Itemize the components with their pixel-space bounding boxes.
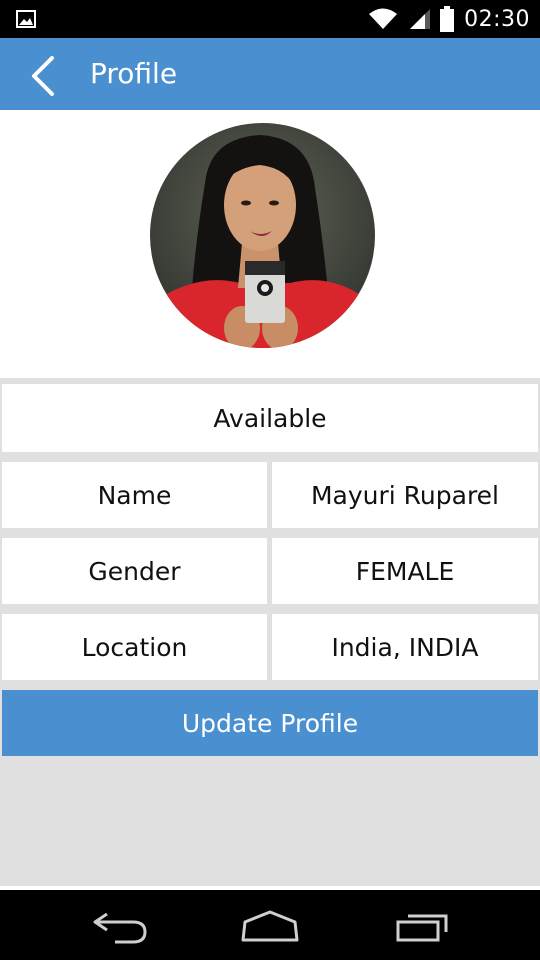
update-profile-label: Update Profile <box>181 708 359 738</box>
status-row[interactable]: Available <box>2 384 538 452</box>
avatar-area <box>0 110 540 380</box>
update-profile-button[interactable]: Update Profile <box>2 690 538 756</box>
status-text: Available <box>213 403 327 433</box>
recent-apps-icon <box>396 914 448 942</box>
back-nav-icon <box>93 912 147 944</box>
gallery-icon <box>16 10 36 33</box>
home-nav-icon <box>241 910 299 942</box>
gender-value: FEMALE <box>355 556 455 586</box>
app-bar: Profile <box>0 38 540 110</box>
avatar[interactable] <box>150 123 375 348</box>
home-nav-button[interactable] <box>235 904 305 948</box>
wifi-icon <box>368 7 398 31</box>
location-value-cell[interactable]: India, INDIA <box>272 614 538 680</box>
location-label: Location <box>81 632 188 662</box>
location-label-cell: Location <box>2 614 267 680</box>
gender-label: Gender <box>88 556 181 586</box>
profile-info: Available Name Mayuri Ruparel Gender FEM… <box>0 378 540 886</box>
status-bar: 02:30 <box>0 0 540 38</box>
status-time: 02:30 <box>464 6 530 32</box>
back-nav-button[interactable] <box>85 904 155 948</box>
name-value: Mayuri Ruparel <box>310 480 500 510</box>
gender-value-cell[interactable]: FEMALE <box>272 538 538 604</box>
navigation-bar <box>0 890 540 960</box>
signal-icon <box>408 7 432 31</box>
back-button[interactable] <box>22 56 62 96</box>
recent-apps-button[interactable] <box>390 904 460 948</box>
chevron-left-icon <box>32 56 54 96</box>
page-title: Profile <box>90 57 178 90</box>
name-value-cell[interactable]: Mayuri Ruparel <box>272 462 538 528</box>
gender-label-cell: Gender <box>2 538 267 604</box>
status-icons: 02:30 <box>368 0 530 38</box>
location-value: India, INDIA <box>331 632 479 662</box>
name-label-cell: Name <box>2 462 267 528</box>
name-label: Name <box>97 480 172 510</box>
battery-icon <box>440 6 455 32</box>
